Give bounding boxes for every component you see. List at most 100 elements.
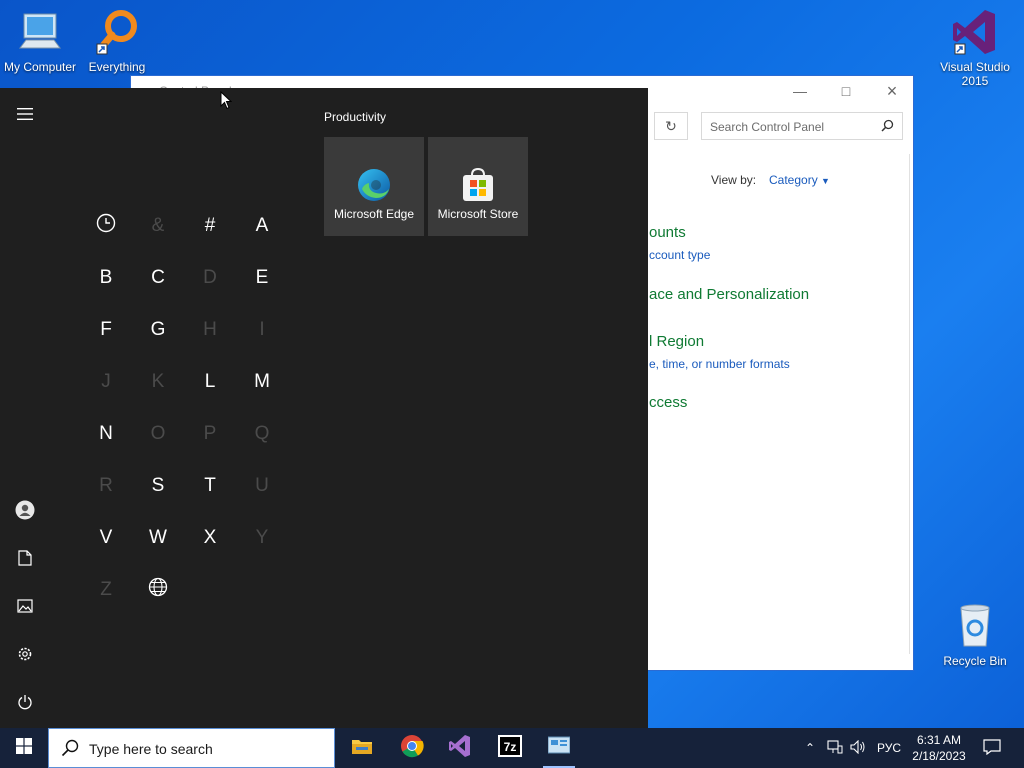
letter-other-scripts[interactable] [138, 570, 178, 610]
close-button[interactable]: × [869, 76, 915, 106]
show-hidden-icons-button[interactable]: ⌃ [800, 728, 820, 768]
letter-h: H [203, 319, 217, 340]
chrome-icon [400, 734, 424, 763]
category-user-accounts[interactable]: ounts [649, 224, 686, 241]
account-button[interactable] [0, 492, 50, 532]
view-by-value: Category [769, 173, 818, 187]
svg-text:7z: 7z [504, 740, 517, 754]
computer-icon [16, 8, 64, 56]
minimize-button[interactable]: — [777, 76, 823, 106]
tile-microsoft-store[interactable]: Microsoft Store [428, 137, 528, 236]
maximize-button[interactable]: □ [823, 76, 869, 106]
letter-g[interactable]: G [138, 310, 178, 350]
letter-w[interactable]: W [138, 518, 178, 558]
refresh-icon: ↻ [665, 117, 677, 134]
speaker-icon [850, 739, 866, 757]
scrollbar[interactable] [909, 154, 913, 654]
folder-icon [351, 737, 373, 760]
edge-icon [356, 167, 392, 203]
tile-label: Microsoft Edge [333, 207, 415, 221]
store-icon [460, 167, 496, 203]
letter-x[interactable]: X [190, 518, 230, 558]
desktop-icon-label: My Computer [3, 60, 77, 74]
taskbar-file-explorer[interactable] [338, 728, 386, 768]
desktop-icon-label: Everything [88, 60, 146, 74]
letter-f[interactable]: F [86, 310, 126, 350]
picture-icon [17, 598, 33, 618]
letter-l[interactable]: L [190, 362, 230, 402]
taskbar-search-placeholder: Type here to search [89, 741, 213, 757]
hamburger-icon [17, 107, 33, 125]
windows-logo-icon [16, 737, 32, 759]
start-rail [0, 88, 50, 728]
power-button[interactable] [0, 684, 50, 724]
settings-button[interactable] [0, 636, 50, 676]
expand-menu-button[interactable] [0, 96, 50, 136]
recycle-bin-icon [951, 602, 999, 650]
clock[interactable]: 6:31 AM 2/18/2023 [908, 732, 970, 764]
input-language-button[interactable]: РУС [872, 728, 906, 768]
chevron-up-icon: ⌃ [804, 741, 816, 755]
category-clock-region[interactable]: l Region [649, 333, 704, 350]
letter-p: P [203, 423, 217, 444]
letter-s[interactable]: S [138, 466, 178, 506]
letter-j: J [101, 371, 111, 392]
search-input[interactable]: Search Control Panel [701, 112, 903, 140]
letter-v[interactable]: V [86, 518, 126, 558]
letter-d: D [203, 267, 217, 288]
letter-n[interactable]: N [86, 414, 126, 454]
desktop-icon-my-computer[interactable]: My Computer [0, 8, 80, 74]
mouse-cursor-icon [220, 90, 233, 115]
network-icon [827, 739, 843, 757]
clock-date: 2/18/2023 [912, 749, 966, 763]
document-icon [18, 549, 32, 571]
network-button[interactable] [824, 728, 846, 768]
language-indicator: РУС [876, 741, 902, 755]
category-appearance[interactable]: ace and Personalization [649, 286, 809, 303]
letter-o: O [150, 423, 166, 444]
start-button[interactable] [0, 728, 48, 768]
refresh-button[interactable]: ↻ [654, 112, 688, 140]
taskbar-visual-studio[interactable] [436, 728, 484, 768]
category-ease-of-access[interactable]: ccess [649, 394, 687, 411]
tile-microsoft-edge[interactable]: Microsoft Edge [324, 137, 424, 236]
letter-ampersand: & [151, 215, 165, 236]
globe-icon [148, 577, 168, 603]
volume-button[interactable] [848, 728, 868, 768]
taskbar-7zip[interactable]: 7z [486, 728, 534, 768]
desktop-icon-everything[interactable]: Everything [77, 8, 157, 74]
letter-recent[interactable] [86, 206, 126, 246]
letter-t[interactable]: T [190, 466, 230, 506]
7zip-icon: 7z [498, 734, 522, 762]
documents-button[interactable] [0, 540, 50, 580]
search-icon [61, 739, 79, 762]
tile-label: Microsoft Store [437, 207, 519, 221]
category-link[interactable]: ccount type [649, 248, 710, 262]
notification-icon [983, 738, 1001, 758]
letter-b[interactable]: B [86, 258, 126, 298]
letter-m[interactable]: M [242, 362, 282, 402]
letter-a[interactable]: A [242, 206, 282, 246]
visual-studio-icon [448, 734, 472, 763]
letter-u: U [255, 475, 269, 496]
action-center-button[interactable] [978, 728, 1006, 768]
gear-icon [17, 646, 33, 667]
taskbar-control-panel[interactable] [535, 728, 583, 768]
taskbar-search-input[interactable]: Type here to search [48, 728, 335, 768]
letter-e[interactable]: E [242, 258, 282, 298]
clock-time: 6:31 AM [916, 733, 962, 747]
desktop-icon-recycle-bin[interactable]: Recycle Bin [935, 602, 1015, 668]
close-icon: × [886, 80, 898, 101]
pictures-button[interactable] [0, 588, 50, 628]
view-by-label: View by: [711, 173, 757, 187]
taskbar-chrome[interactable] [388, 728, 436, 768]
letter-c[interactable]: C [138, 258, 178, 298]
search-magnifier-icon [93, 8, 141, 56]
category-link[interactable]: e, time, or number formats [649, 357, 790, 371]
view-by-dropdown[interactable]: Category ▼ [769, 173, 830, 187]
chevron-down-icon: ▼ [821, 176, 830, 186]
letter-q: Q [254, 423, 270, 444]
letter-hash[interactable]: # [190, 206, 230, 246]
start-menu: & # A B C D E F G H I J K L M N O P Q R S T U V W X Y Z Productivit… [0, 88, 648, 728]
desktop-icon-visual-studio[interactable]: Visual Studio 2015 [935, 8, 1015, 88]
